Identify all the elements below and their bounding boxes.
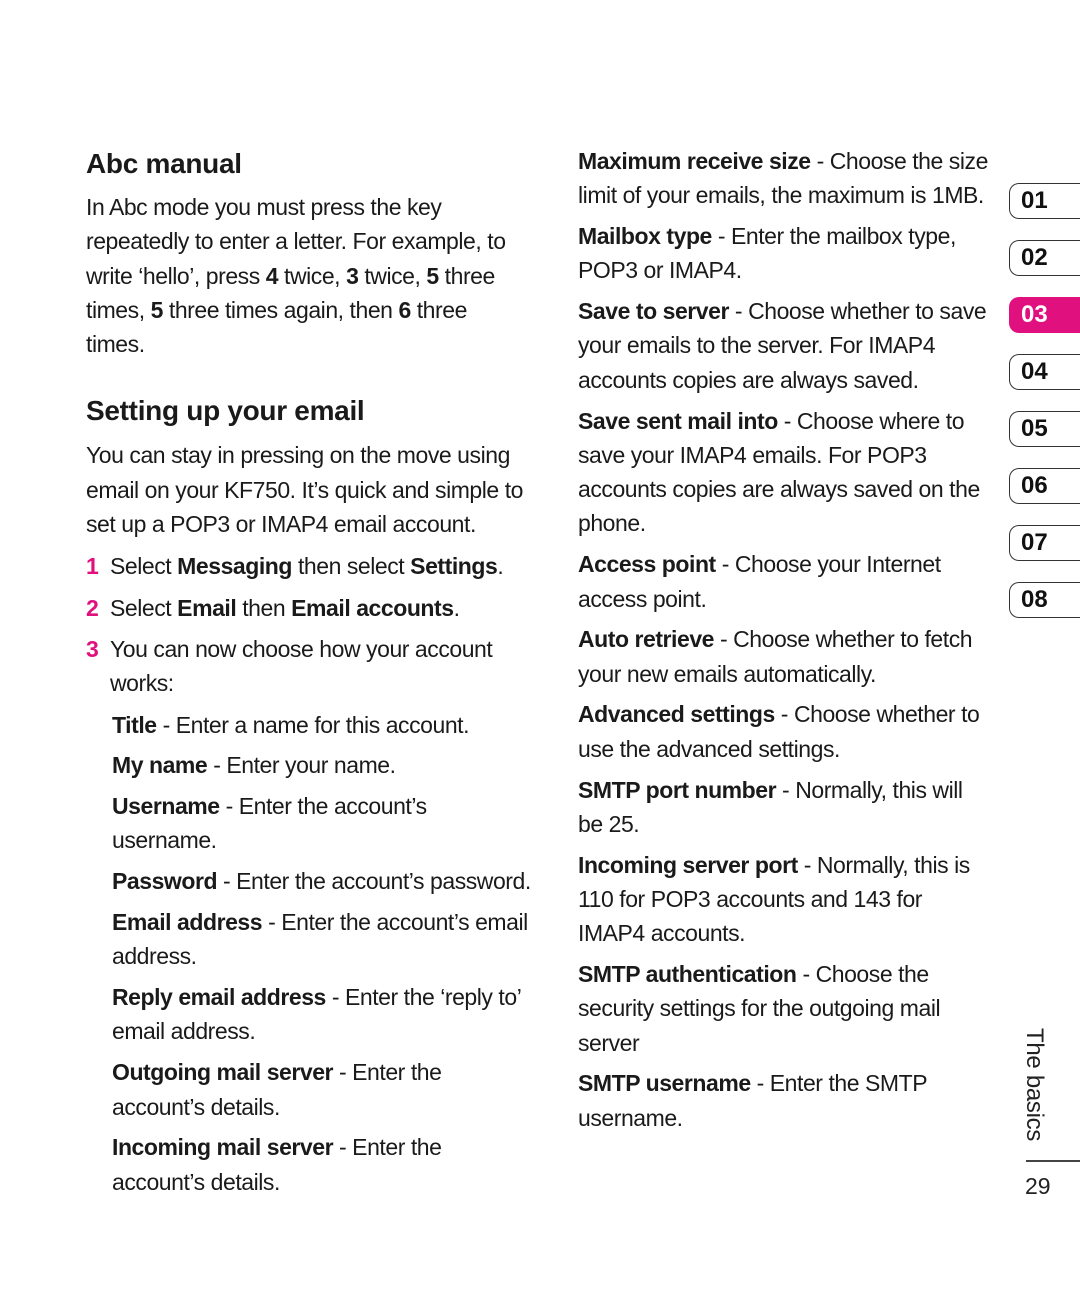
setting-term: Access point: [578, 551, 716, 578]
setting-item: Incoming server port - Normally, this is…: [578, 848, 993, 951]
setting-item: Advanced settings - Choose whether to us…: [578, 697, 993, 766]
step-text: Select Email then Email accounts.: [110, 591, 531, 625]
chapter-tab-05[interactable]: 05: [1009, 411, 1080, 447]
page-number: 29: [1025, 1173, 1051, 1199]
setting-term: My name: [112, 752, 208, 779]
text: then select: [292, 553, 411, 580]
text: three times again, then: [162, 296, 399, 323]
setup-step: 3 You can now choose how your account wor…: [86, 632, 531, 701]
step-number: 1: [86, 553, 99, 580]
setting-description: - Enter the account’s password.: [217, 868, 531, 895]
setting-item: Save to server - Choose whether to save …: [578, 294, 993, 397]
chapter-tab-07[interactable]: 07: [1009, 525, 1080, 561]
setting-term: Incoming mail server: [112, 1134, 334, 1161]
step-number: 3: [86, 635, 99, 662]
setup-step: 1 Select Messaging then select Settings.: [86, 549, 531, 583]
setting-term: Username: [112, 793, 220, 820]
bold-text: Settings: [410, 553, 498, 580]
text: .: [453, 594, 460, 621]
chapter-tab-03[interactable]: 03: [1009, 297, 1080, 333]
section-label: The basics: [1021, 1028, 1048, 1142]
text: Select: [110, 553, 178, 580]
setting-term: Auto retrieve: [578, 626, 715, 653]
abc-manual-body: In Abc mode you must press the key repea…: [86, 190, 531, 361]
setting-item: Incoming mail server - Enter the account…: [112, 1130, 531, 1199]
text: twice,: [278, 262, 347, 289]
bold-text: 6: [398, 296, 411, 323]
setting-term: SMTP port number: [578, 776, 777, 803]
bold-text: Messaging: [177, 553, 292, 580]
setting-term: Title: [112, 711, 157, 738]
chapter-tab-08[interactable]: 08: [1009, 582, 1080, 618]
setting-description: - Enter your name.: [207, 752, 396, 779]
setting-term: Reply email address: [112, 984, 326, 1011]
setting-item: Maximum receive size - Choose the size l…: [578, 144, 993, 213]
setting-item: Auto retrieve - Choose whether to fetch …: [578, 622, 993, 691]
chapter-tab-04[interactable]: 04: [1009, 354, 1080, 390]
step-text: Select Messaging then select Settings.: [110, 549, 531, 583]
setting-item: Access point - Choose your Internet acce…: [578, 547, 993, 616]
setting-term: Save sent mail into: [578, 407, 778, 434]
setting-item: Mailbox type - Enter the mailbox type, P…: [578, 219, 993, 288]
email-setup-heading: Setting up your email: [86, 395, 365, 427]
text: twice,: [358, 262, 427, 289]
abc-manual-heading: Abc manual: [86, 148, 242, 179]
setting-term: Email address: [112, 909, 263, 936]
setting-item: Outgoing mail server - Enter the account…: [112, 1055, 531, 1124]
setting-item: Email address - Enter the account’s emai…: [112, 905, 531, 974]
left-column: Abc manual In Abc mode you must press th…: [86, 144, 531, 1205]
bold-text: Email: [177, 594, 237, 621]
bold-text: 4: [265, 262, 279, 289]
setting-item: SMTP authentication - Choose the securit…: [578, 957, 993, 1060]
setting-term: SMTP username: [578, 1070, 751, 1097]
setting-term: Password: [112, 868, 218, 895]
setting-item: Title - Enter a name for this account.: [112, 708, 531, 742]
text: then: [236, 594, 292, 621]
bold-text: Email accounts: [291, 594, 454, 621]
bold-text: 5: [150, 296, 164, 323]
setting-description: - Enter a name for this account.: [156, 711, 470, 738]
setting-term: Outgoing mail server: [112, 1059, 334, 1086]
text: Select: [110, 594, 178, 621]
text: You can now choose how your account work…: [110, 635, 493, 697]
step-text: You can now choose how your account work…: [110, 632, 531, 701]
email-setup-intro: You can stay in pressing on the move usi…: [86, 442, 523, 538]
step-number: 2: [86, 594, 99, 621]
chapter-tab-01[interactable]: 01: [1009, 183, 1080, 219]
setting-item: Save sent mail into - Choose where to sa…: [578, 404, 993, 541]
setting-term: Advanced settings: [578, 701, 775, 728]
text: .: [497, 553, 504, 580]
setting-item: Username - Enter the account’s username.: [112, 789, 531, 858]
setting-item: SMTP port number - Normally, this will b…: [578, 773, 993, 842]
footer-divider: [1026, 1160, 1080, 1162]
setting-item: Password - Enter the account’s password.: [112, 864, 531, 898]
setup-step: 2 Select Email then Email accounts.: [86, 591, 531, 625]
chapter-tab-02[interactable]: 02: [1009, 240, 1080, 276]
setting-term: Maximum receive size: [578, 148, 811, 174]
setup-steps: 1 Select Messaging then select Settings. 2…: [86, 549, 531, 700]
chapter-tabs: 01 02 03 04 05 06 07 08: [1009, 183, 1080, 639]
setting-term: SMTP authentication: [578, 961, 797, 988]
setting-item: My name - Enter your name.: [112, 748, 531, 782]
bold-text: 5: [426, 262, 439, 289]
account-settings-list: Title - Enter a name for this account. My…: [112, 708, 531, 1199]
bold-text: 3: [346, 262, 359, 289]
chapter-tab-06[interactable]: 06: [1009, 468, 1080, 504]
setting-term: Incoming server port: [578, 851, 798, 878]
setting-item: SMTP username - Enter the SMTP username.: [578, 1066, 993, 1135]
setting-item: Reply email address - Enter the ‘reply t…: [112, 980, 531, 1049]
setting-term: Mailbox type: [578, 223, 712, 250]
setting-term: Save to server: [578, 298, 729, 325]
right-column: Maximum receive size - Choose the size l…: [578, 144, 993, 1142]
advanced-settings-list: Maximum receive size - Choose the size l…: [578, 144, 993, 1135]
